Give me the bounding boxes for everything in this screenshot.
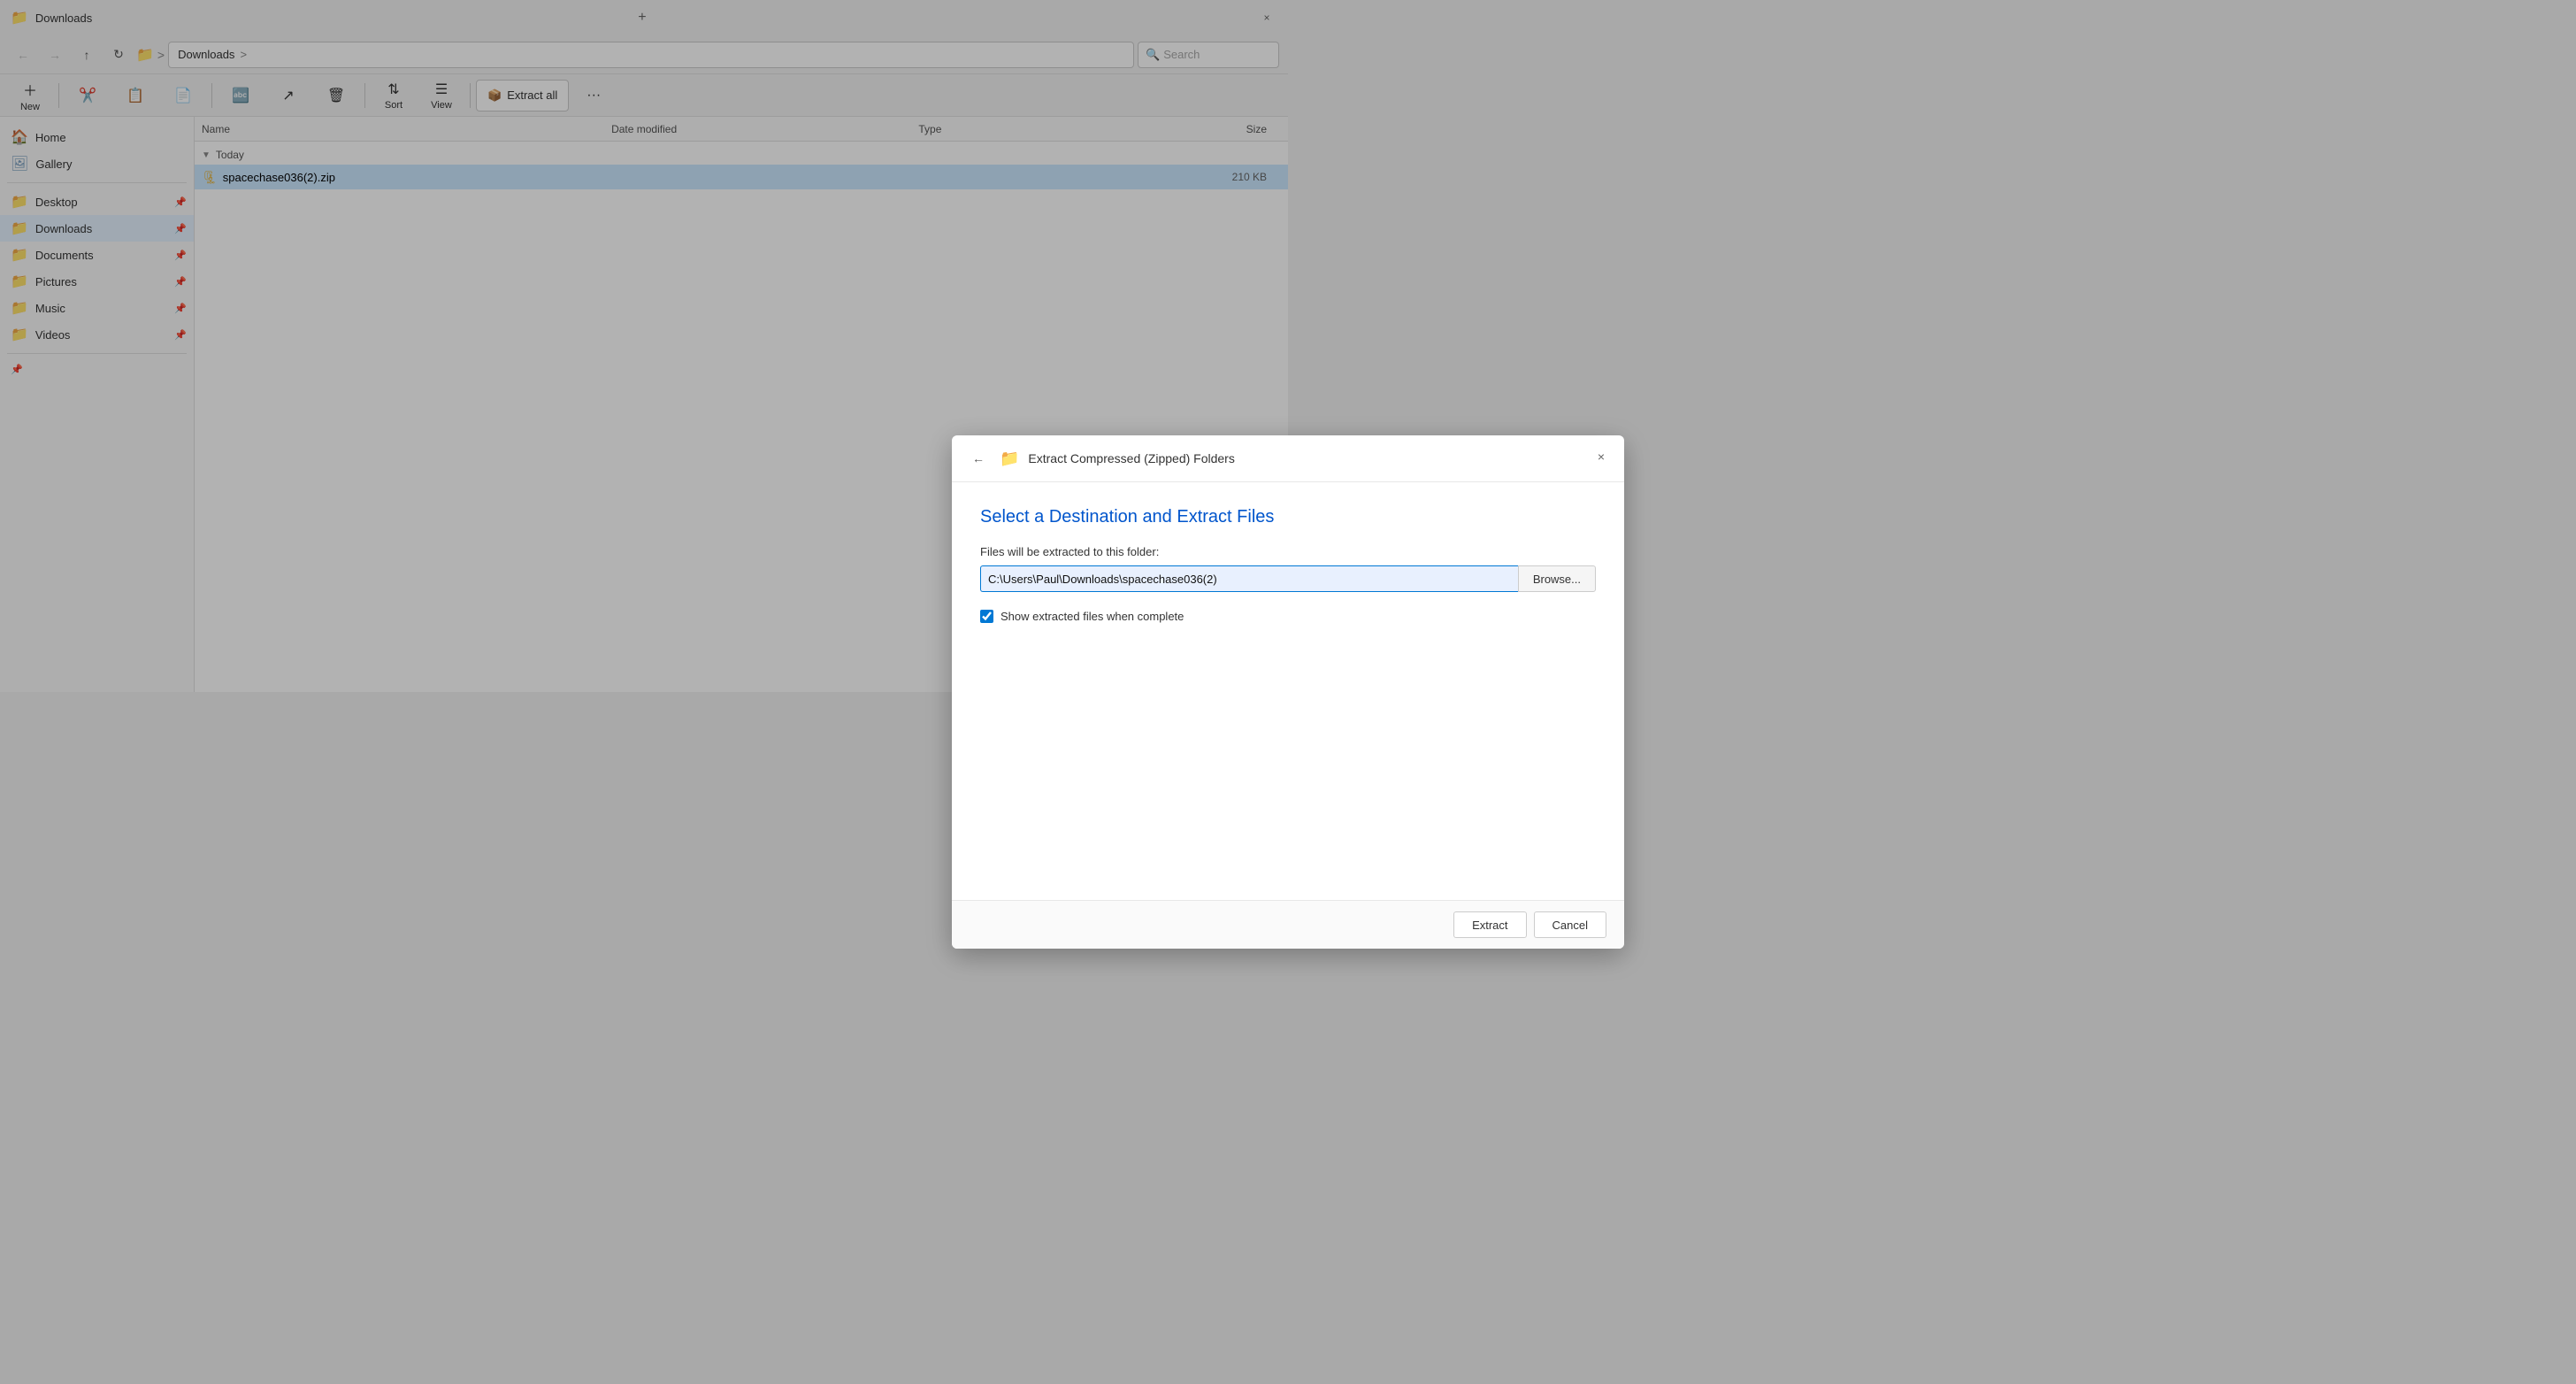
modal-back-button[interactable]: ← — [966, 446, 991, 471]
show-files-label: Show extracted files when complete — [1000, 610, 1184, 623]
modal-title: Extract Compressed (Zipped) Folders — [1028, 451, 1234, 465]
modal-footer: Extract Cancel — [952, 900, 1624, 949]
browse-button[interactable]: Browse... — [1518, 565, 1596, 592]
modal-titlebar: ← 📁 Extract Compressed (Zipped) Folders … — [952, 435, 1624, 482]
show-files-checkbox[interactable] — [980, 610, 993, 623]
modal-close-button[interactable]: × — [1589, 444, 1614, 469]
extract-modal: ← 📁 Extract Compressed (Zipped) Folders … — [952, 435, 1624, 949]
cancel-button[interactable]: Cancel — [1534, 911, 1606, 938]
modal-zip-icon: 📁 — [1000, 450, 1019, 468]
modal-body: Select a Destination and Extract Files F… — [952, 482, 1624, 900]
modal-path-row: Browse... — [980, 565, 1596, 592]
modal-checkbox-row: Show extracted files when complete — [980, 610, 1596, 623]
modal-folder-label: Files will be extracted to this folder: — [980, 545, 1596, 558]
modal-heading: Select a Destination and Extract Files — [980, 507, 1596, 527]
modal-path-input[interactable] — [980, 565, 1518, 592]
extract-button[interactable]: Extract — [1453, 911, 1526, 938]
modal-overlay: ← 📁 Extract Compressed (Zipped) Folders … — [0, 0, 2576, 1384]
